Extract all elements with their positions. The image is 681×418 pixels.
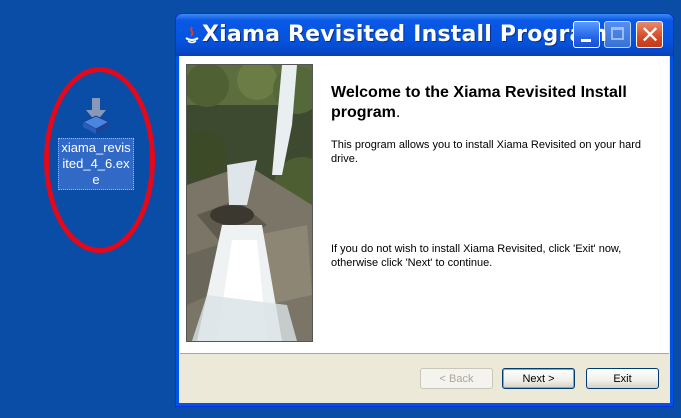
welcome-heading: Welcome to the Xiama Revisited Install p… (331, 83, 651, 123)
next-button[interactable]: Next > (502, 368, 575, 389)
minimize-button[interactable] (573, 21, 600, 48)
welcome-heading-text: Welcome to the Xiama Revisited Install p… (331, 84, 627, 121)
close-icon: ✕ (640, 21, 661, 49)
intro-text: This program allows you to install Xiama… (331, 139, 641, 165)
maximize-icon (611, 27, 624, 40)
back-button[interactable]: < Back (420, 368, 493, 389)
close-button[interactable]: ✕ (636, 21, 663, 49)
welcome-heading-period: . (395, 104, 401, 121)
minimize-icon (581, 39, 591, 42)
waterfall-photo (186, 64, 313, 342)
wizard-content: Welcome to the Xiama Revisited Install p… (180, 56, 669, 354)
exit-button[interactable]: Exit (586, 368, 659, 389)
java-installer-icon (184, 26, 200, 44)
highlight-ellipse (44, 67, 155, 253)
window-title: Xiama Revisited Install Program (202, 22, 608, 47)
maximize-button[interactable] (604, 21, 631, 48)
title-bar[interactable]: Xiama Revisited Install Program ✕ (176, 14, 673, 56)
installer-window: Xiama Revisited Install Program ✕ Welcom… (175, 13, 674, 407)
instruction-text: If you do not wish to install Xiama Revi… (331, 243, 622, 269)
